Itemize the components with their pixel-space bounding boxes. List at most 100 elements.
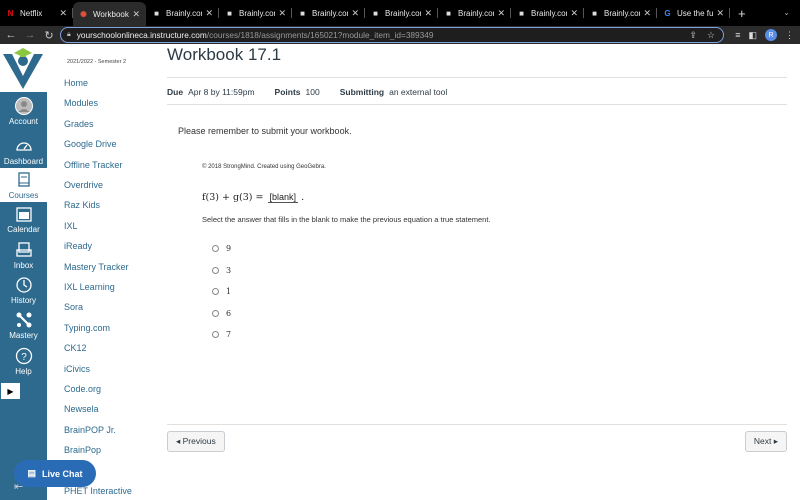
course-nav-item[interactable]: Grades [64, 119, 94, 129]
global-nav-calendar[interactable]: Calendar [0, 202, 47, 236]
tab-title: Use the fun [677, 8, 714, 18]
close-tab-icon[interactable]: ✕ [570, 8, 578, 19]
close-tab-icon[interactable]: ✕ [643, 8, 651, 19]
url-path: /courses/1818/assignments/165021?module_… [206, 30, 434, 40]
browser-tab[interactable]: ■ Brainly.com✕ [584, 2, 657, 24]
tab-title: Netflix [20, 8, 43, 18]
live-chat-button[interactable]: ▤ Live Chat [14, 460, 96, 487]
radio-button[interactable] [212, 288, 219, 295]
close-tab-icon[interactable]: ✕ [132, 9, 140, 20]
reload-icon[interactable]: ↻ [41, 29, 57, 42]
svg-text:?: ? [21, 352, 27, 363]
play-icon[interactable]: ▶ [1, 383, 20, 399]
global-nav-help[interactable]: ? Help [0, 344, 47, 378]
inbox-icon [0, 241, 47, 259]
course-nav-item[interactable]: Code.org [64, 384, 101, 394]
back-icon[interactable]: ← [3, 29, 19, 41]
brainly-icon: ■ [373, 8, 378, 18]
menu-kebab-icon[interactable]: ⋮ [785, 30, 794, 41]
course-nav-item[interactable]: iReady [64, 241, 92, 251]
url-host: yourschoolonlineca.instructure.com [76, 30, 207, 40]
browser-tab[interactable]: ✺ Workbook 1✕ [73, 2, 146, 26]
course-nav-item[interactable]: Typing.com [64, 323, 110, 333]
url-input[interactable]: 🔒︎ yourschoolonlineca.instructure.com/co… [60, 27, 724, 43]
course-nav-item[interactable]: Overdrive [64, 180, 103, 190]
course-nav-item[interactable]: Sora [64, 302, 83, 312]
browser-tab[interactable]: G Use the fun✕ [657, 2, 730, 24]
course-nav-item[interactable]: Home [64, 78, 88, 88]
side-panel-icon[interactable]: ◧ [748, 30, 757, 41]
browser-tab[interactable]: N Netflix ✕ [0, 2, 73, 24]
reading-list-icon[interactable]: ≡ [735, 30, 740, 40]
close-tab-icon[interactable]: ✕ [716, 8, 724, 19]
blank-placeholder: [blank] [267, 192, 299, 203]
course-nav-item[interactable]: IXL Learning [64, 282, 115, 292]
course-nav-item[interactable]: BrainPop [64, 445, 101, 455]
due-label: Due [167, 87, 184, 97]
close-tab-icon[interactable]: ✕ [59, 8, 67, 19]
browser-tab[interactable]: ■ Brainly.com✕ [438, 2, 511, 24]
browser-tab[interactable]: ■ Brainly.com✕ [511, 2, 584, 24]
course-nav-item[interactable]: CK12 [64, 343, 87, 353]
course-nav-item[interactable]: IXL [64, 221, 78, 231]
close-tab-icon[interactable]: ✕ [205, 8, 213, 19]
radio-button[interactable] [212, 309, 219, 317]
global-nav-label: Mastery [9, 331, 38, 340]
course-nav-item[interactable]: PHET Interactive [64, 486, 132, 496]
course-nav-item[interactable]: Google Drive [64, 139, 117, 149]
tab-title: Brainly.com [385, 8, 421, 18]
close-tab-icon[interactable]: ✕ [497, 8, 505, 19]
tab-title: Brainly.com [458, 8, 494, 18]
google-icon: G [664, 8, 671, 18]
global-nav-history[interactable]: History [0, 273, 47, 307]
global-nav-label: Help [15, 367, 32, 376]
browser-tab[interactable]: ■ Brainly.com✕ [146, 2, 219, 24]
global-nav-account[interactable]: Account [0, 94, 47, 132]
course-nav-item[interactable]: Mastery Tracker [64, 262, 129, 272]
close-tab-icon[interactable]: ✕ [424, 8, 432, 19]
answer-option[interactable]: 3 [212, 266, 231, 275]
global-nav-dashboard[interactable]: Dashboard [0, 134, 47, 168]
chat-icon: ▤ [27, 468, 36, 478]
global-nav-label: Inbox [13, 261, 34, 270]
brainly-icon: ■ [154, 8, 159, 18]
submitting-value: an external tool [389, 87, 448, 97]
global-navigation: Account Dashboard Courses Calendar Inbox Hist… [0, 44, 47, 500]
forward-icon[interactable]: → [22, 29, 38, 41]
bookmark-star-icon[interactable]: ☆ [707, 30, 715, 41]
course-nav-item[interactable]: Newsela [64, 404, 99, 414]
school-logo[interactable] [0, 44, 47, 92]
next-button[interactable]: Next ▸ [744, 431, 787, 452]
course-nav-item[interactable]: BrainPOP Jr. [64, 425, 116, 435]
tab-search-icon[interactable]: ⌄ [783, 8, 790, 17]
global-nav-label: Dashboard [3, 157, 44, 166]
answer-option[interactable]: 9 [212, 244, 231, 253]
browser-tab[interactable]: ■ Brainly.com✕ [292, 2, 365, 24]
close-tab-icon[interactable]: ✕ [351, 8, 359, 19]
answer-option[interactable]: 6 [212, 309, 231, 318]
browser-tab[interactable]: ■ Brainly.com✕ [219, 2, 292, 24]
course-nav-item[interactable]: iCivics [64, 364, 90, 374]
profile-avatar[interactable]: R [765, 29, 777, 41]
course-nav-item[interactable]: Offline Tracker [64, 160, 122, 170]
answer-option[interactable]: 7 [212, 330, 231, 339]
global-nav-mastery[interactable]: Mastery [0, 308, 47, 342]
copyright-text: © 2018 StrongMind. Created using GeoGebr… [202, 164, 326, 170]
due-value: Apr 8 by 11:59pm [188, 87, 255, 97]
new-tab-icon[interactable]: + [738, 6, 746, 21]
brainly-icon: ■ [300, 8, 305, 18]
previous-button[interactable]: ◂ Previous [167, 431, 225, 452]
global-nav-inbox[interactable]: Inbox [0, 238, 47, 272]
global-nav-courses[interactable]: Courses [0, 168, 47, 202]
radio-button[interactable] [212, 245, 219, 252]
points-label: Points [274, 87, 301, 97]
radio-button[interactable] [212, 331, 219, 338]
share-icon[interactable]: ⇪ [689, 30, 697, 41]
browser-tab[interactable]: ■ Brainly.com✕ [365, 2, 438, 24]
answer-option[interactable]: 1 [212, 287, 231, 296]
tab-title: Brainly.com [531, 8, 567, 18]
course-nav-item[interactable]: Modules [64, 98, 98, 108]
close-tab-icon[interactable]: ✕ [278, 8, 286, 19]
course-nav-item[interactable]: Raz Kids [64, 200, 100, 210]
radio-button[interactable] [212, 266, 219, 274]
